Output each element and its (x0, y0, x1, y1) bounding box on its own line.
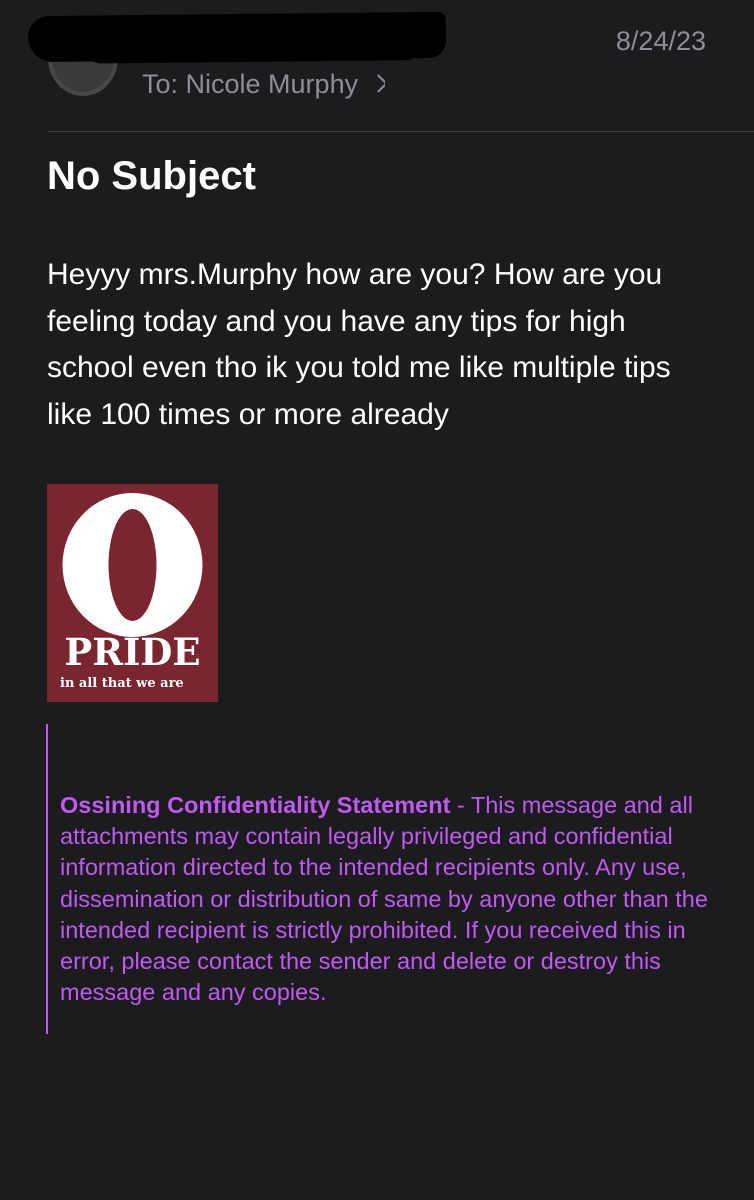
message-body[interactable]: Heyyy mrs.Murphy how are you? How are yo… (47, 252, 707, 438)
logo-tagline: in all that we are (60, 676, 184, 691)
confidentiality-title: Ossining Confidentiality Statement (60, 792, 451, 818)
sender-name-redaction (27, 11, 447, 63)
logo-graphic: PRIDE in all that we are (47, 484, 218, 702)
confidentiality-text: - This message and all attachments may c… (60, 792, 708, 1006)
confidentiality-quote: Ossining Confidentiality Statement - Thi… (46, 724, 718, 1034)
recipient-label: To: Nicole Murphy (142, 69, 359, 99)
message-date: 8/24/23 (615, 26, 706, 56)
logo-word: PRIDE (64, 630, 200, 674)
header-divider (47, 131, 754, 132)
ossining-pride-logo[interactable]: PRIDE in all that we are (47, 484, 218, 702)
message-subject: No Subject (47, 154, 256, 198)
confidentiality-statement: Ossining Confidentiality Statement - Thi… (60, 790, 708, 1008)
chevron-right-icon (369, 74, 386, 93)
email-view: To: Nicole Murphy 8/24/23 No Subject Hey… (0, 0, 754, 1200)
recipient-line[interactable]: To: Nicole Murphy (142, 66, 386, 102)
